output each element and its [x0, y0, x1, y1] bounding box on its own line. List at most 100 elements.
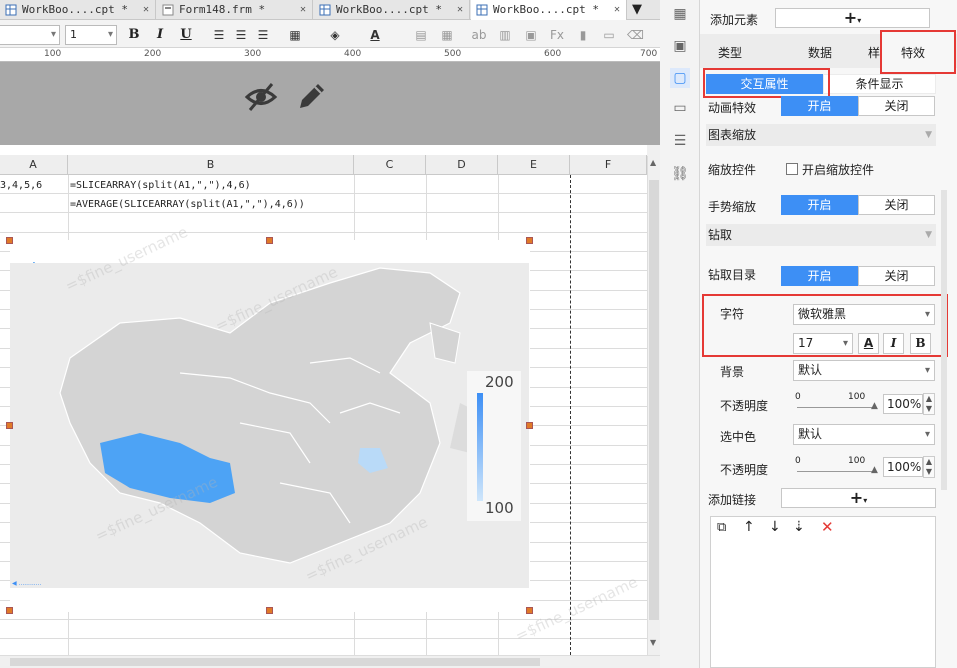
gesture-zoom-off-button[interactable]: 关闭	[858, 195, 935, 215]
section-chart-zoom[interactable]: 图表缩放 ▼	[706, 124, 936, 146]
subtab-condition[interactable]: 条件显示	[823, 74, 936, 94]
opacity-stepper[interactable]: ▲ ▼	[923, 393, 935, 415]
slider-thumb-icon[interactable]: ▲	[871, 465, 878, 475]
horizontal-scrollbar[interactable]	[0, 655, 660, 668]
slider-thumb-icon[interactable]: ▲	[871, 401, 878, 411]
scroll-up-icon[interactable]: ▲	[650, 158, 656, 167]
link-icon[interactable]: ⛓	[670, 164, 690, 184]
close-icon[interactable]: ✕	[143, 0, 149, 20]
zoom-control-checkbox[interactable]	[786, 163, 798, 175]
grid-icon[interactable]: ▦	[439, 27, 455, 43]
scroll-down-icon[interactable]: ▼	[650, 638, 656, 647]
layer-icon[interactable]: ☰	[670, 131, 690, 151]
font-family-select[interactable]: ▾	[0, 25, 60, 45]
resize-handle[interactable]	[526, 607, 533, 614]
vertical-scrollbar[interactable]: ▲ ▼	[647, 156, 660, 655]
table-icon[interactable]: ▥	[497, 27, 513, 43]
font-color-icon[interactable]: A	[858, 333, 879, 354]
add-element-button[interactable]: +▾	[775, 8, 930, 28]
sort-icon[interactable]: ⇣	[793, 519, 805, 535]
gesture-zoom-on-button[interactable]: 开启	[781, 195, 858, 215]
chevron-down-icon: ▾	[842, 338, 848, 349]
move-up-icon[interactable]: ↑	[743, 519, 755, 535]
column-header-f[interactable]: F	[570, 155, 647, 175]
tab-workbook-2[interactable]: WorkBoo....cpt * ✕	[314, 0, 470, 20]
cell-b1[interactable]: =SLICEARRAY(split(A1,","),4,6)	[70, 180, 251, 191]
tab-type[interactable]: 类型	[718, 44, 742, 61]
font-size-select[interactable]: 1 ▾	[65, 25, 117, 45]
background-select[interactable]: 默认 ▾	[793, 360, 935, 381]
animation-off-button[interactable]: 关闭	[858, 96, 935, 116]
move-down-icon[interactable]: ↓	[769, 519, 781, 535]
drill-dir-on-button[interactable]: 开启	[781, 266, 858, 286]
resize-handle[interactable]	[6, 237, 13, 244]
edit-pencil-icon[interactable]	[296, 80, 328, 112]
add-link-button[interactable]: +▾	[781, 488, 936, 508]
tab-data[interactable]: 数据	[808, 44, 832, 61]
font-color-icon[interactable]: A	[367, 27, 383, 43]
scroll-thumb[interactable]	[10, 658, 540, 666]
resize-handle[interactable]	[6, 607, 13, 614]
opacity-stepper[interactable]: ▲ ▼	[923, 456, 935, 478]
copy-icon[interactable]: ⧉	[717, 520, 726, 535]
legend-gradient-bar[interactable]	[477, 393, 483, 501]
close-icon[interactable]: ✕	[457, 0, 463, 20]
close-icon[interactable]: ✕	[300, 0, 306, 20]
resize-handle[interactable]	[6, 422, 13, 429]
cell-a1[interactable]: 3,4,5,6	[0, 180, 42, 191]
selected-color-select[interactable]: 默认 ▾	[793, 424, 935, 445]
text-ab-icon[interactable]: ab	[471, 27, 487, 43]
column-header-a[interactable]: A	[0, 155, 68, 175]
border-icon[interactable]: ▦	[287, 27, 303, 43]
bold-button[interactable]: B	[125, 26, 143, 44]
map-area[interactable]: ◀ ............ 200 100	[10, 263, 529, 588]
column-header-c[interactable]: C	[354, 155, 426, 175]
image-icon[interactable]: ▣	[523, 27, 539, 43]
merge-icon[interactable]: ▤	[413, 27, 429, 43]
opacity-input[interactable]: 100%	[883, 394, 923, 414]
picture-icon[interactable]: ▭	[601, 27, 617, 43]
resize-handle[interactable]	[266, 237, 273, 244]
font-size-select[interactable]: 17 ▾	[793, 333, 853, 354]
align-right-icon[interactable]: ☰	[255, 27, 271, 43]
link-list[interactable]: ⧉ ↑ ↓ ⇣ ✕	[710, 516, 936, 668]
tab-list-menu-icon[interactable]: ▼	[632, 2, 642, 17]
close-icon[interactable]: ✕	[614, 0, 620, 20]
delete-icon[interactable]: ✕	[821, 518, 834, 536]
bold-button[interactable]: B	[910, 333, 931, 354]
font-family-select[interactable]: 微软雅黑 ▾	[793, 304, 935, 325]
opacity-slider[interactable]	[797, 407, 877, 408]
opacity-input[interactable]: 100%	[883, 457, 923, 477]
italic-button[interactable]: I	[883, 333, 904, 354]
resize-handle[interactable]	[526, 237, 533, 244]
element-settings-icon[interactable]: ▣	[670, 36, 690, 56]
component-icon[interactable]: ▭	[670, 98, 690, 118]
tab-workbook-active[interactable]: WorkBoo....cpt * ✕	[471, 0, 627, 20]
widget-grid-icon[interactable]: ▦	[670, 4, 690, 24]
column-header-e[interactable]: E	[498, 155, 570, 175]
tab-form[interactable]: Form148.frm * ✕	[157, 0, 313, 20]
italic-button[interactable]: I	[151, 26, 169, 44]
opacity-slider[interactable]	[797, 471, 877, 472]
animation-on-button[interactable]: 开启	[781, 96, 858, 116]
chart-icon[interactable]: ▮	[575, 27, 591, 43]
cell-b2[interactable]: =AVERAGE(SLICEARRAY(split(A1,","),4,6))	[70, 199, 305, 210]
resize-handle[interactable]	[526, 422, 533, 429]
eraser-icon[interactable]: ⌫	[627, 27, 644, 43]
underline-button[interactable]: U	[177, 26, 195, 44]
align-center-icon[interactable]: ☰	[233, 27, 249, 43]
hidden-eye-icon[interactable]	[244, 80, 278, 114]
font-size-value: 17	[798, 336, 814, 350]
cell-attribute-icon[interactable]: ▢	[670, 68, 690, 88]
section-drill[interactable]: 钻取 ▼	[706, 224, 936, 246]
resize-handle[interactable]	[266, 607, 273, 614]
column-header-b[interactable]: B	[68, 155, 354, 175]
column-header-d[interactable]: D	[426, 155, 498, 175]
scroll-thumb[interactable]	[649, 180, 659, 620]
formula-icon[interactable]: Fx	[549, 27, 565, 43]
align-left-icon[interactable]: ☰	[211, 27, 227, 43]
fill-color-icon[interactable]: ◈	[327, 27, 343, 43]
tab-workbook-1[interactable]: WorkBoo....cpt * ✕	[0, 0, 156, 20]
panel-scrollbar[interactable]	[941, 190, 947, 490]
drill-dir-off-button[interactable]: 关闭	[858, 266, 935, 286]
